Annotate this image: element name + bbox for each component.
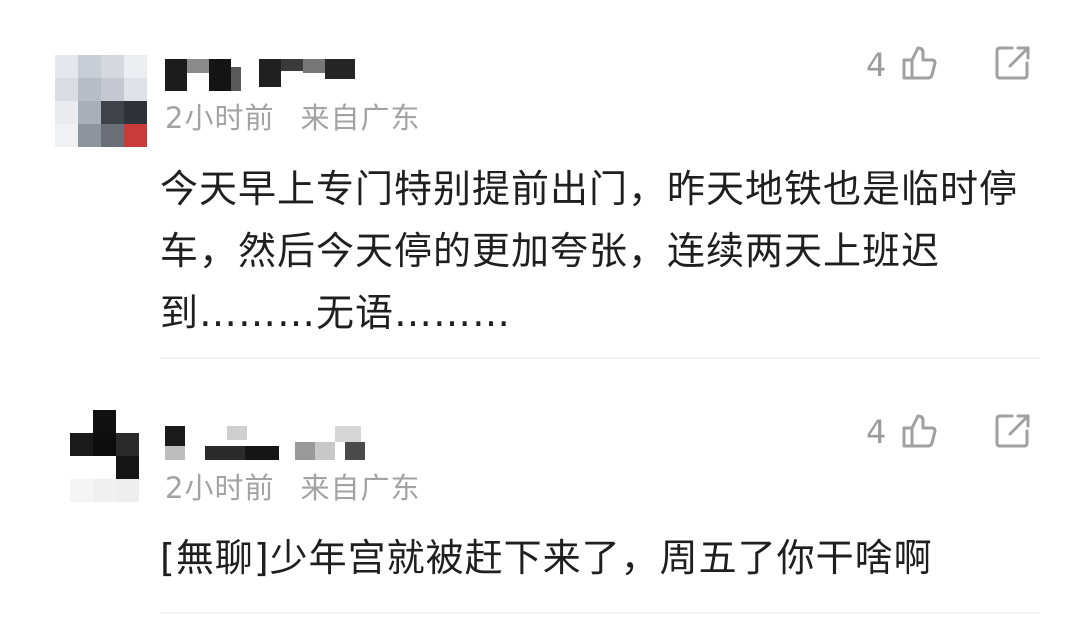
like-count: 4 [866, 46, 887, 84]
like-count: 4 [866, 413, 887, 451]
comment-divider [160, 612, 1040, 614]
comment-text: [無聊]少年宫就被赶下来了，周五了你干啥啊 [160, 536, 933, 580]
thumbs-up-icon[interactable] [898, 42, 940, 84]
thumbs-up-icon[interactable] [898, 410, 940, 452]
username-pixelated[interactable] [165, 422, 375, 462]
comment-meta: 2小时前 来自广东 [165, 95, 420, 137]
comment-location: 来自广东 [300, 471, 421, 505]
comment-time: 2小时前 [165, 471, 275, 505]
comment-location: 来自广东 [300, 101, 421, 135]
username-pixelated[interactable] [165, 55, 355, 95]
comment-divider [160, 357, 1040, 359]
share-icon[interactable] [992, 42, 1034, 84]
share-icon[interactable] [992, 410, 1034, 452]
comment-meta: 2小时前 来自广东 [165, 465, 420, 507]
avatar[interactable] [70, 410, 162, 502]
comment-text: 今天早上专门特别提前出门，昨天地铁也是临时停车，然后今天停的更加夸张，连续两天上… [160, 167, 1019, 335]
comment-time: 2小时前 [165, 101, 275, 135]
avatar[interactable] [55, 55, 147, 147]
